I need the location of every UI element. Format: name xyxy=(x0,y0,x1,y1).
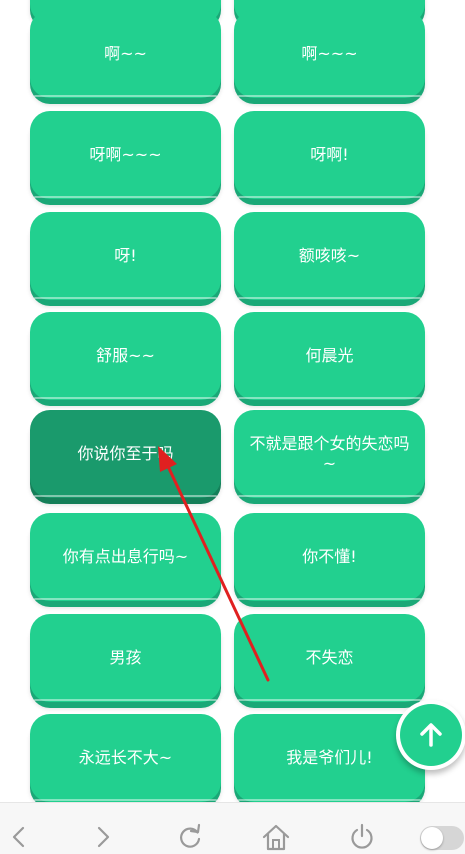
sound-button[interactable]: 啊~~ xyxy=(30,10,221,98)
sound-button-pressed[interactable]: 你说你至于吗 xyxy=(30,410,221,498)
sound-button[interactable]: 啊~~~ xyxy=(234,10,425,98)
scroll-top-button[interactable] xyxy=(396,700,465,770)
browser-toolbar xyxy=(0,802,465,854)
home-button[interactable] xyxy=(261,822,291,852)
arrow-up-icon xyxy=(420,723,442,747)
sound-button[interactable]: 何晨光 xyxy=(234,312,425,400)
sound-button[interactable]: 永远长不大~ xyxy=(30,714,221,802)
sound-button[interactable]: 呀! xyxy=(30,212,221,300)
sound-button[interactable]: 额咳咳~ xyxy=(234,212,425,300)
sound-button[interactable]: 不就是跟个女的失恋吗~ xyxy=(234,410,425,498)
back-button[interactable] xyxy=(4,822,34,852)
sound-button[interactable]: 你有点出息行吗~ xyxy=(30,513,221,601)
sound-button-grid: 啊~~ 啊~~~ 呀啊~~~ 呀啊! 呀! 额咳咳~ 舒服~~ 何晨光 你说你至… xyxy=(0,0,465,802)
reload-button[interactable] xyxy=(175,822,205,852)
sound-button[interactable]: 你不懂! xyxy=(234,513,425,601)
forward-button[interactable] xyxy=(88,822,118,852)
sound-button[interactable]: 男孩 xyxy=(30,614,221,702)
toggle-knob xyxy=(421,827,443,849)
power-button[interactable] xyxy=(347,822,377,852)
sound-button[interactable]: 不失恋 xyxy=(234,614,425,702)
mode-toggle[interactable] xyxy=(420,826,464,850)
sound-button[interactable]: 呀啊! xyxy=(234,111,425,199)
sound-button[interactable]: 舒服~~ xyxy=(30,312,221,400)
sound-button[interactable]: 呀啊~~~ xyxy=(30,111,221,199)
